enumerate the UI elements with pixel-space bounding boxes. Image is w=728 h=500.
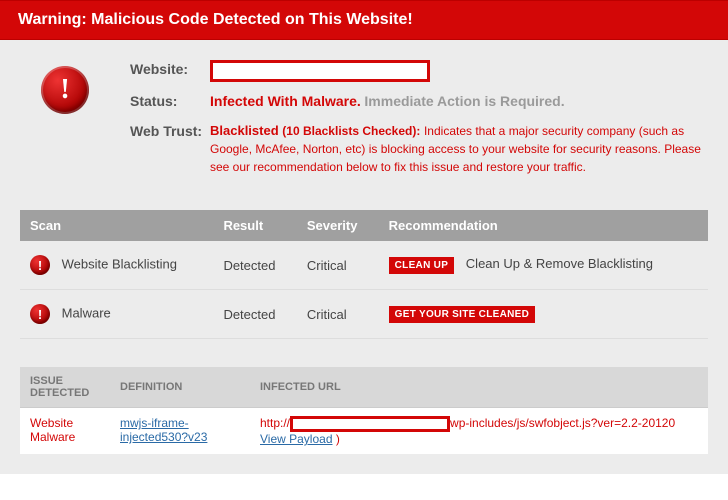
status-infected: Infected With Malware. xyxy=(210,93,361,109)
scan-th-severity: Severity xyxy=(297,210,379,241)
url-redacted-box xyxy=(290,416,450,432)
trust-value: Blacklisted (10 Blacklists Checked): Ind… xyxy=(210,122,708,177)
url-suffix: wp-includes/js/swfobject.js?ver=2.2-2012… xyxy=(450,416,675,430)
warning-banner: Warning: Malicious Code Detected on This… xyxy=(0,0,728,40)
trust-count: (10 Blacklists Checked): xyxy=(282,124,420,138)
scan-th-recommendation: Recommendation xyxy=(379,210,708,241)
scan-result: Detected xyxy=(213,290,296,339)
trust-row: Web Trust: Blacklisted (10 Blacklists Ch… xyxy=(130,122,708,177)
status-extra: Immediate Action is Required. xyxy=(364,93,564,109)
detail-th-url: INFECTED URL xyxy=(250,367,708,408)
trust-label: Web Trust: xyxy=(130,122,210,177)
cleanup-button[interactable]: CLEAN UP xyxy=(389,257,455,274)
recommendation-link[interactable]: Clean Up & Remove Blacklisting xyxy=(466,256,653,271)
table-row: ! Malware Detected Critical GET YOUR SIT… xyxy=(20,290,708,339)
scan-severity: Critical xyxy=(297,241,379,290)
scan-th-scan: Scan xyxy=(20,210,213,241)
detail-table: ISSUE DETECTED DEFINITION INFECTED URL W… xyxy=(20,367,708,454)
trust-blacklisted: Blacklisted xyxy=(210,123,279,138)
summary-fields: Website: Status: Infected With Malware. … xyxy=(130,60,708,186)
detail-block: ISSUE DETECTED DEFINITION INFECTED URL W… xyxy=(20,367,708,454)
website-redacted-box xyxy=(210,60,430,82)
status-label: Status: xyxy=(130,92,210,112)
get-site-cleaned-button[interactable]: GET YOUR SITE CLEANED xyxy=(389,306,535,323)
detail-th-definition: DEFINITION xyxy=(110,367,250,408)
detail-issue: Website Malware xyxy=(20,408,110,455)
alert-icon: ! xyxy=(30,255,50,275)
website-row: Website: xyxy=(130,60,708,82)
payload-suffix: ) xyxy=(333,432,340,446)
summary-icon-col: ! xyxy=(20,60,110,186)
status-row: Status: Infected With Malware. Immediate… xyxy=(130,92,708,112)
scan-th-result: Result xyxy=(213,210,296,241)
summary-block: ! Website: Status: Infected With Malware… xyxy=(20,60,708,186)
main-panel: ! Website: Status: Infected With Malware… xyxy=(0,40,728,474)
detail-th-issue: ISSUE DETECTED xyxy=(20,367,110,408)
scan-table: Scan Result Severity Recommendation ! We… xyxy=(20,210,708,339)
website-label: Website: xyxy=(130,60,210,82)
detail-url-cell: http:// wp-includes/js/swfobject.js?ver=2… xyxy=(250,408,708,455)
scan-result: Detected xyxy=(213,241,296,290)
scan-name: Website Blacklisting xyxy=(62,257,177,272)
url-prefix: http:// xyxy=(260,416,290,430)
table-row: Website Malware mwjs-iframe-injected530?… xyxy=(20,408,708,455)
view-payload-link[interactable]: View Payload xyxy=(260,432,333,446)
definition-link[interactable]: mwjs-iframe-injected530?v23 xyxy=(120,416,207,444)
table-row: ! Website Blacklisting Detected Critical… xyxy=(20,241,708,290)
website-value xyxy=(210,60,708,82)
alert-icon: ! xyxy=(30,304,50,324)
scan-severity: Critical xyxy=(297,290,379,339)
scan-name: Malware xyxy=(62,306,111,321)
status-value: Infected With Malware. Immediate Action … xyxy=(210,92,708,112)
alert-icon: ! xyxy=(41,66,89,114)
